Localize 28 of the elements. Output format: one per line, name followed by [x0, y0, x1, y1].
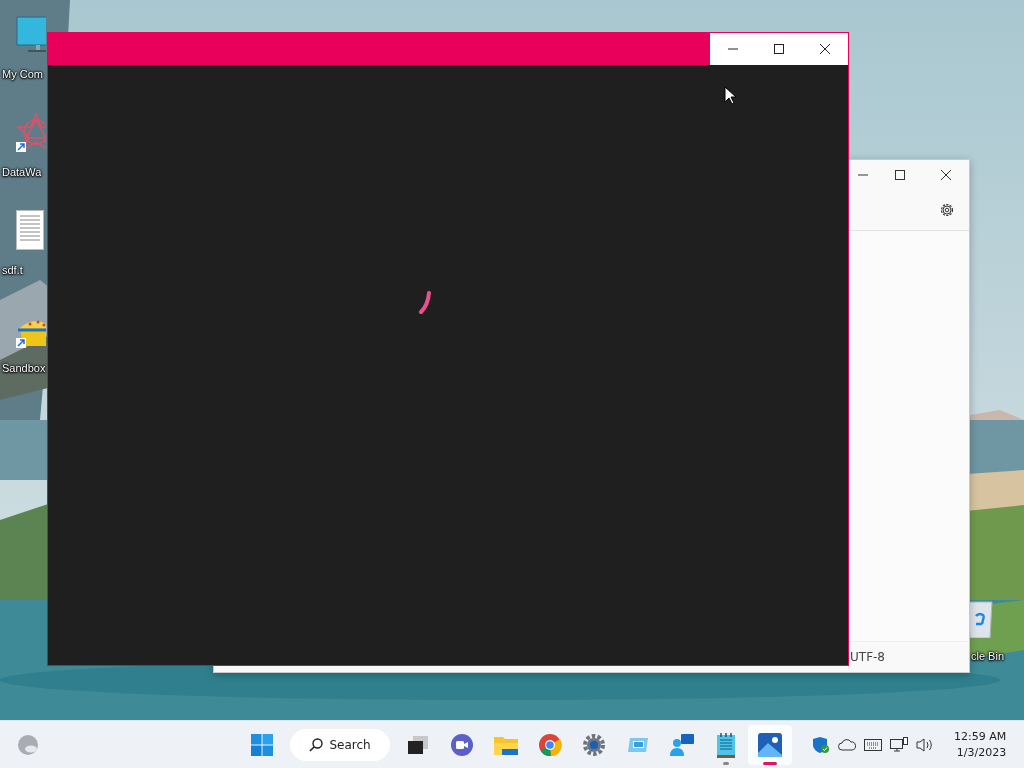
volume-icon[interactable]: [916, 737, 934, 753]
maximize-icon[interactable]: [895, 170, 905, 180]
clock-date: 1/3/2023: [956, 745, 1007, 761]
icon-label: Sandbox: [2, 362, 46, 374]
start-icon[interactable]: [251, 734, 273, 756]
search-button[interactable]: Search: [290, 729, 390, 761]
close-icon[interactable]: [941, 170, 951, 180]
maximize-icon[interactable]: [774, 44, 784, 54]
clock-time: 12:59 AM: [954, 729, 1007, 745]
photos-icon[interactable]: [748, 725, 792, 765]
search-icon: [309, 738, 324, 752]
document-icon[interactable]: [16, 210, 46, 250]
icon-label: My Com: [2, 68, 43, 80]
mouse-cursor-icon: [724, 86, 736, 105]
encoding-label: UTF-8: [850, 650, 885, 664]
icon-label: DataWa: [2, 166, 42, 178]
network-icon[interactable]: [890, 737, 908, 753]
clock[interactable]: 12:59 AM 1/3/2023: [954, 729, 1007, 761]
settings-icon[interactable]: [939, 202, 955, 218]
icon-label: sdf.t: [2, 264, 23, 276]
close-icon[interactable]: [820, 44, 830, 54]
icon-label: cle Bin: [971, 650, 1005, 662]
monitor-icon[interactable]: [16, 16, 46, 54]
shield-icon[interactable]: [812, 736, 830, 754]
recycle-bin-icon[interactable]: [967, 598, 993, 638]
cloud-icon[interactable]: [838, 739, 856, 751]
star-icon[interactable]: [16, 112, 46, 152]
keyboard-icon[interactable]: [864, 739, 882, 751]
